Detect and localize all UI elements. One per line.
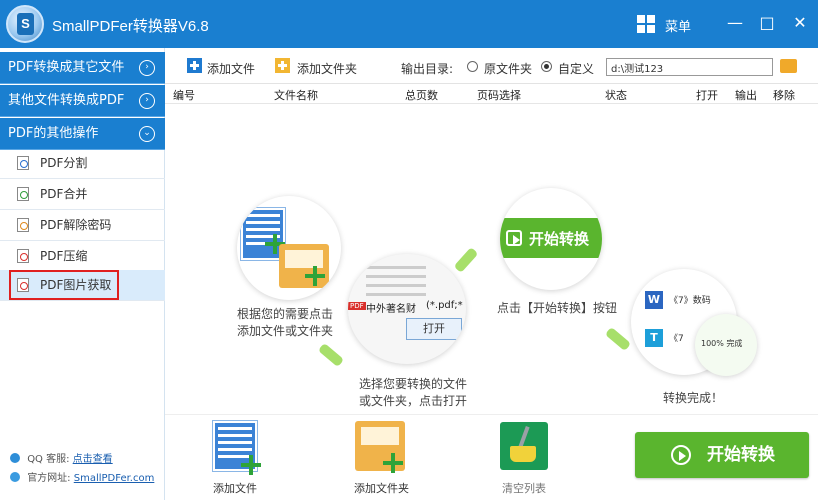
start-convert-button[interactable]: 开始转换 bbox=[635, 432, 809, 478]
close-button[interactable]: ✕ bbox=[789, 12, 811, 34]
pdf-unlock-icon bbox=[17, 218, 29, 232]
chevron-down-icon: ⌄ bbox=[139, 126, 155, 142]
ie-icon bbox=[10, 472, 20, 482]
qq-support: QQ 客服: 点击查看 bbox=[10, 450, 113, 465]
column-header: 页码选择 bbox=[477, 89, 521, 102]
add-folder-big-label[interactable]: 添加文件夹 bbox=[354, 480, 409, 496]
sidebar-category-pdf-other-ops[interactable]: PDF的其他操作 ⌄ bbox=[0, 118, 165, 150]
menu-button[interactable]: 菜单 bbox=[665, 16, 691, 35]
open-button: 打开 bbox=[406, 318, 462, 340]
pdf-compress-icon bbox=[17, 249, 29, 263]
step3-illustration: 开始转换 bbox=[500, 188, 602, 290]
step2-illustration: PDF 中外著名财 (*.pdf;* 打开 bbox=[348, 254, 466, 364]
add-file-big-button[interactable] bbox=[213, 421, 261, 475]
output-dir-label: 输出目录: bbox=[401, 62, 454, 76]
pdf-tag: PDF bbox=[348, 302, 366, 310]
chevron-right-icon: › bbox=[139, 93, 155, 109]
column-header: 状态 bbox=[605, 89, 627, 102]
output-path-input[interactable] bbox=[606, 58, 773, 76]
app-title: SmallPDFer转换器V6.8 bbox=[52, 18, 209, 35]
sidebar-category-pdf-to-other[interactable]: PDF转换成其它文件 › bbox=[0, 52, 165, 84]
file-list-area[interactable]: 根据您的需要点击 添加文件或文件夹 PDF 中外著名财 (*.pdf;* 打开 … bbox=[165, 104, 818, 414]
sidebar-item-pdf-merge[interactable]: PDF合并 bbox=[0, 179, 165, 210]
clear-list-button[interactable]: 清空列表 bbox=[502, 480, 546, 496]
qq-support-link[interactable]: 点击查看 bbox=[73, 454, 113, 465]
plus-icon bbox=[305, 266, 325, 286]
add-file-big-label[interactable]: 添加文件 bbox=[213, 480, 257, 496]
add-folder-big-button[interactable] bbox=[355, 421, 407, 473]
plus-icon bbox=[241, 455, 261, 475]
app-logo-icon: S bbox=[6, 5, 44, 43]
step4-hint: 转换完成！ bbox=[662, 391, 723, 405]
arrow-icon bbox=[317, 342, 345, 368]
column-header: 总页数 bbox=[405, 89, 438, 102]
menu-grid-icon[interactable] bbox=[637, 15, 655, 33]
radio-source-folder[interactable] bbox=[467, 61, 478, 72]
sidebar-item-pdf-split[interactable]: PDF分割 bbox=[0, 148, 165, 179]
title-bar: S SmallPDFer转换器V6.8 菜单 — □ ✕ bbox=[0, 0, 818, 48]
toolbar: 添加文件 添加文件夹 输出目录: 原文件夹 自定义 bbox=[165, 48, 818, 84]
file-table-header: 编号 文件名称 总页数 页码选择 状态 打开 输出 移除 bbox=[165, 84, 818, 104]
folder-icon[interactable] bbox=[780, 59, 797, 73]
progress-bubble: 100% 完成 bbox=[695, 314, 757, 376]
column-header: 移除 bbox=[773, 89, 795, 102]
step3-hint: 点击【开始转换】按钮 bbox=[496, 301, 617, 315]
column-header: 编号 bbox=[173, 89, 195, 102]
plus-icon bbox=[383, 453, 403, 473]
radio-custom-label[interactable]: 自定义 bbox=[558, 60, 594, 77]
column-header: 打开 bbox=[696, 89, 718, 102]
official-site-link[interactable]: SmallPDFer.com bbox=[74, 473, 155, 484]
step1-illustration bbox=[237, 196, 341, 300]
pdf-split-icon bbox=[17, 156, 29, 170]
arrow-icon bbox=[604, 326, 632, 352]
broom-icon[interactable] bbox=[500, 422, 548, 470]
radio-source-label[interactable]: 原文件夹 bbox=[484, 60, 532, 77]
step1-hint: 根据您的需要点击 添加文件或文件夹 bbox=[236, 307, 333, 338]
add-file-icon[interactable] bbox=[187, 58, 202, 73]
minimize-button[interactable]: — bbox=[724, 12, 746, 34]
maximize-button[interactable]: □ bbox=[756, 12, 778, 34]
selection-highlight-box bbox=[9, 270, 119, 300]
word-doc-icon: W bbox=[645, 291, 663, 309]
txt-doc-icon: T bbox=[645, 329, 663, 347]
qq-icon bbox=[10, 453, 20, 463]
radio-custom[interactable] bbox=[541, 61, 552, 72]
sidebar-item-pdf-unlock[interactable]: PDF解除密码 bbox=[0, 210, 165, 241]
sidebar-category-other-to-pdf[interactable]: 其他文件转换成PDF › bbox=[0, 85, 165, 117]
play-icon bbox=[671, 445, 691, 465]
arrow-icon bbox=[453, 246, 479, 274]
step2-hint: 选择您要转换的文件 或文件夹，点击打开 bbox=[358, 377, 467, 408]
start-convert-demo: 开始转换 bbox=[500, 218, 602, 258]
play-icon bbox=[506, 230, 522, 246]
official-site: 官方网址: SmallPDFer.com bbox=[10, 469, 154, 484]
sidebar-item-pdf-compress[interactable]: PDF压缩 bbox=[0, 241, 165, 272]
add-folder-icon[interactable] bbox=[275, 58, 290, 73]
pdf-merge-icon bbox=[17, 187, 29, 201]
column-header: 输出 bbox=[735, 89, 757, 102]
add-folder-button[interactable]: 添加文件夹 bbox=[297, 60, 357, 77]
column-header: 文件名称 bbox=[274, 89, 318, 102]
add-file-button[interactable]: 添加文件 bbox=[207, 60, 255, 77]
sidebar: PDF转换成其它文件 › 其他文件转换成PDF › PDF的其他操作 ⌄ PDF… bbox=[0, 48, 165, 500]
chevron-right-icon: › bbox=[139, 60, 155, 76]
